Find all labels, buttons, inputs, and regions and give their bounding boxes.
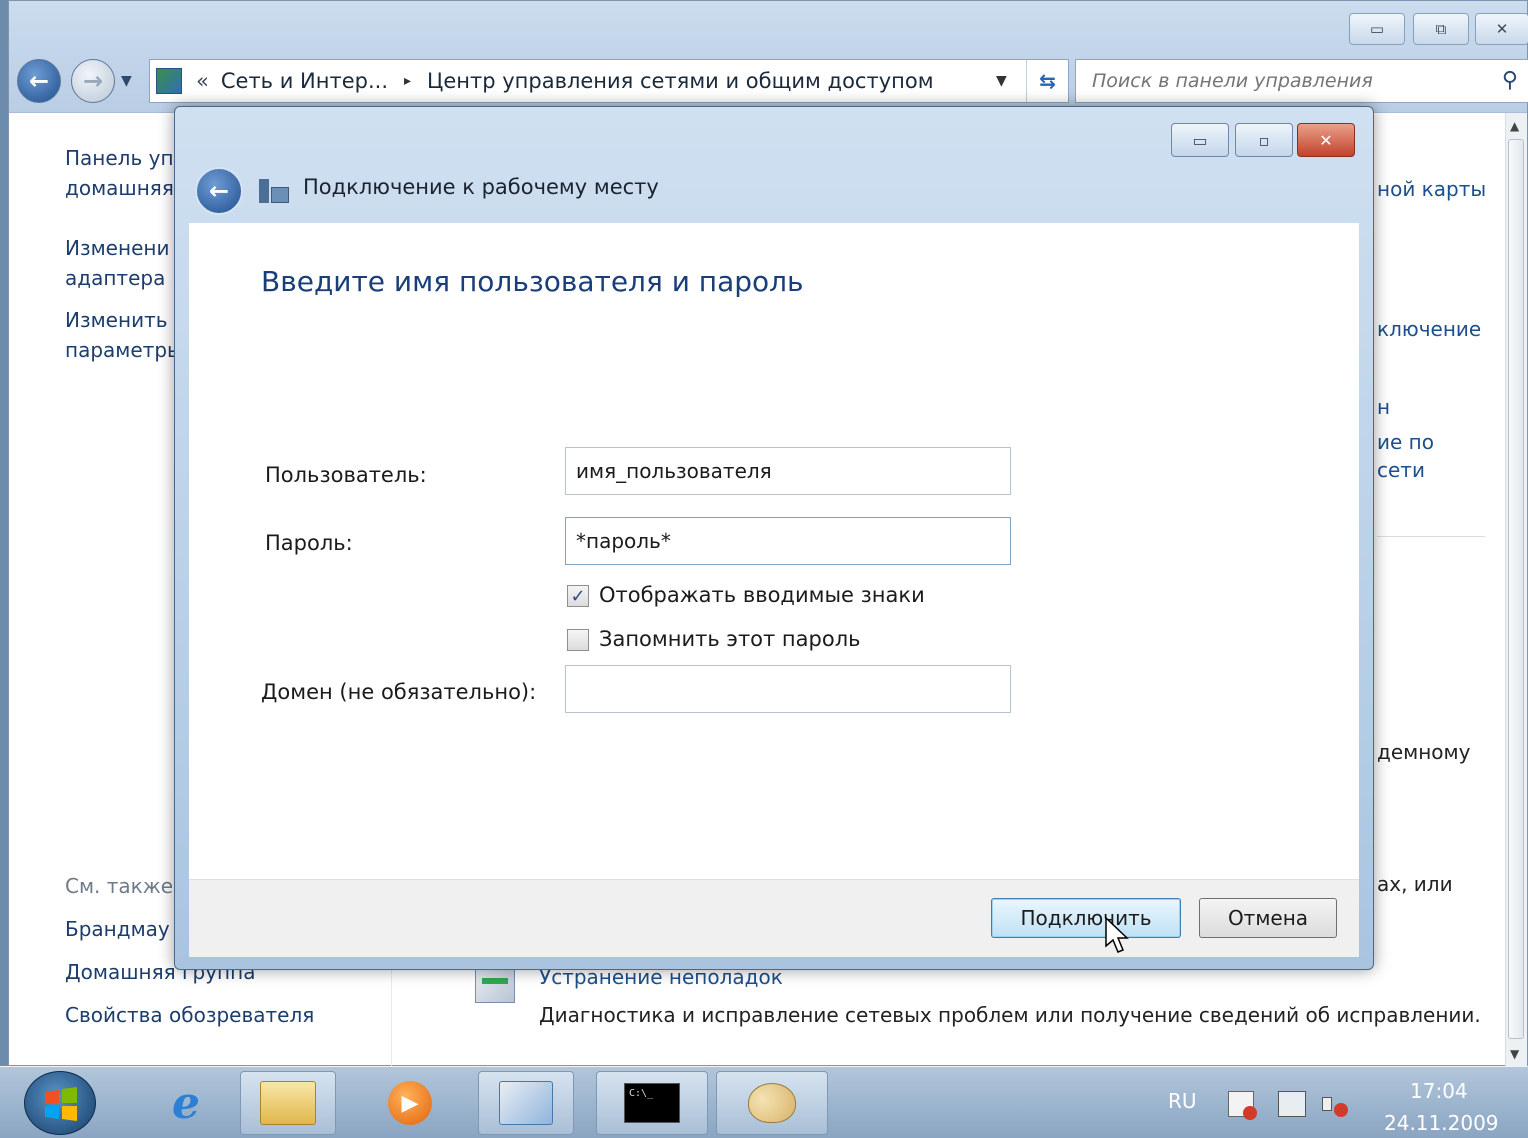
forward-arrow-icon: →: [82, 67, 104, 95]
vertical-scrollbar[interactable]: ▲ ▼: [1505, 113, 1527, 1067]
clock-date[interactable]: 24.11.2009: [1384, 1111, 1499, 1135]
search-box[interactable]: ⚲: [1075, 59, 1528, 103]
nav-control-panel-home-line2[interactable]: домашняя: [65, 173, 174, 203]
domain-input[interactable]: [565, 665, 1011, 713]
text-or-fragment: ах, или: [1377, 872, 1453, 896]
checkmark-icon: ✓: [570, 585, 586, 607]
address-overflow-chevron[interactable]: «: [196, 69, 209, 93]
explorer-titlebar: ▭ ⧉ ✕ ← → ▼ « Сеть и Интер... ▸ Центр уп…: [9, 1, 1528, 113]
breadcrumb-network-internet[interactable]: Сеть и Интер...: [221, 69, 388, 93]
password-label: Пароль:: [265, 531, 353, 555]
search-input[interactable]: [1090, 69, 1480, 93]
folder-icon: [260, 1081, 316, 1125]
nav-firewall[interactable]: Брандмау: [65, 914, 170, 944]
paint-icon: [748, 1083, 796, 1123]
nav-advanced-settings-line2[interactable]: параметры: [65, 335, 183, 365]
dialog-back-button[interactable]: ←: [195, 167, 243, 215]
taskbar: e ▶ C:\_ RU 17:04 24.11.2009: [0, 1066, 1528, 1138]
windows-logo-icon: [45, 1087, 77, 1121]
network-tray-icon[interactable]: [1278, 1091, 1306, 1117]
link-sharing-line2[interactable]: сети: [1377, 458, 1425, 482]
cancel-button[interactable]: Отмена: [1199, 898, 1337, 938]
command-prompt-icon: C:\_: [624, 1083, 680, 1123]
content-divider: [1377, 536, 1485, 537]
back-button[interactable]: ←: [17, 59, 61, 103]
troubleshoot-description: Диагностика и исправление сетевых пробле…: [539, 1003, 1481, 1027]
remember-password-checkbox[interactable]: [567, 629, 589, 651]
nav-control-panel-home-line1[interactable]: Панель уп: [65, 143, 174, 173]
media-player-icon: ▶: [388, 1081, 432, 1125]
nav-advanced-settings-line1[interactable]: Изменить: [65, 305, 168, 335]
username-input[interactable]: [565, 447, 1011, 495]
breadcrumb-network-center[interactable]: Центр управления сетями и общим доступом: [427, 69, 934, 93]
show-characters-checkbox[interactable]: ✓: [567, 585, 589, 607]
taskbar-command-prompt[interactable]: C:\_: [596, 1071, 708, 1135]
taskbar-internet-explorer[interactable]: e: [138, 1071, 234, 1135]
dialog-title: Подключение к рабочему месту: [303, 175, 659, 199]
language-indicator[interactable]: RU: [1168, 1089, 1197, 1113]
dialog-heading: Введите имя пользователя и пароль: [261, 265, 804, 298]
search-icon[interactable]: ⚲: [1502, 68, 1518, 93]
taskbar-media-player[interactable]: ▶: [362, 1071, 458, 1135]
taskbar-control-panel[interactable]: [478, 1071, 574, 1135]
link-fragment-h[interactable]: н: [1377, 395, 1390, 419]
dialog-maximize-button[interactable]: ▫: [1235, 123, 1293, 157]
forward-button[interactable]: →: [71, 59, 115, 103]
address-bar[interactable]: « Сеть и Интер... ▸ Центр управления сет…: [149, 59, 1069, 103]
restore-button[interactable]: ⧉: [1413, 13, 1469, 45]
nav-change-adapter-line2[interactable]: адаптера: [65, 263, 165, 293]
domain-label: Домен (не обязательно):: [261, 680, 537, 704]
taskbar-paint[interactable]: [716, 1071, 828, 1135]
troubleshoot-icon: [475, 967, 515, 1003]
back-arrow-icon: ←: [208, 177, 230, 205]
control-panel-icon: [499, 1081, 553, 1125]
clock-time[interactable]: 17:04: [1410, 1079, 1468, 1103]
remember-password-label[interactable]: Запомнить этот пароль: [599, 627, 861, 651]
recent-pages-dropdown[interactable]: ▼: [121, 73, 132, 89]
password-input[interactable]: [565, 517, 1011, 565]
scroll-down-icon[interactable]: ▼: [1510, 1047, 1519, 1061]
scroll-up-icon[interactable]: ▲: [1510, 119, 1519, 133]
dialog-close-button[interactable]: ✕: [1297, 123, 1355, 157]
action-center-flag-icon[interactable]: [1228, 1091, 1257, 1120]
taskbar-explorer[interactable]: [240, 1071, 336, 1135]
mouse-cursor-icon: [1105, 916, 1129, 953]
see-also-heading: См. также: [65, 874, 174, 898]
breadcrumb-separator[interactable]: ▸: [404, 73, 411, 89]
nav-browser-properties[interactable]: Свойства обозревателя: [65, 1000, 314, 1030]
show-characters-label[interactable]: Отображать вводимые знаки: [599, 583, 925, 607]
link-sharing-line1[interactable]: ие по: [1377, 430, 1434, 454]
dialog-footer: Подключить Отмена: [189, 879, 1359, 957]
scrollbar-thumb[interactable]: [1508, 139, 1524, 1039]
volume-muted-icon[interactable]: [1320, 1091, 1348, 1117]
vpn-connect-dialog: ▭ ▫ ✕ ← Подключение к рабочему месту Вве…: [174, 106, 1374, 970]
connect-button[interactable]: Подключить: [991, 898, 1181, 938]
address-dropdown-icon[interactable]: ▼: [996, 73, 1007, 89]
minimize-button[interactable]: ▭: [1349, 13, 1405, 45]
text-modem-fragment: демному: [1377, 740, 1471, 764]
start-button[interactable]: [24, 1071, 96, 1135]
dialog-minimize-button[interactable]: ▭: [1171, 123, 1229, 157]
network-folder-icon: [156, 68, 182, 94]
back-arrow-icon: ←: [28, 67, 50, 95]
workplace-connection-icon: [259, 175, 289, 203]
link-view-full-map[interactable]: ной карты: [1377, 177, 1486, 201]
refresh-icon[interactable]: ⇆: [1026, 60, 1068, 102]
internet-explorer-icon: e: [172, 1077, 200, 1129]
user-label: Пользователь:: [265, 463, 427, 487]
close-button[interactable]: ✕: [1475, 13, 1528, 45]
nav-change-adapter-line1[interactable]: Изменени: [65, 233, 169, 263]
dialog-body: Введите имя пользователя и пароль Пользо…: [189, 223, 1359, 879]
link-connect[interactable]: ключение: [1377, 317, 1481, 341]
